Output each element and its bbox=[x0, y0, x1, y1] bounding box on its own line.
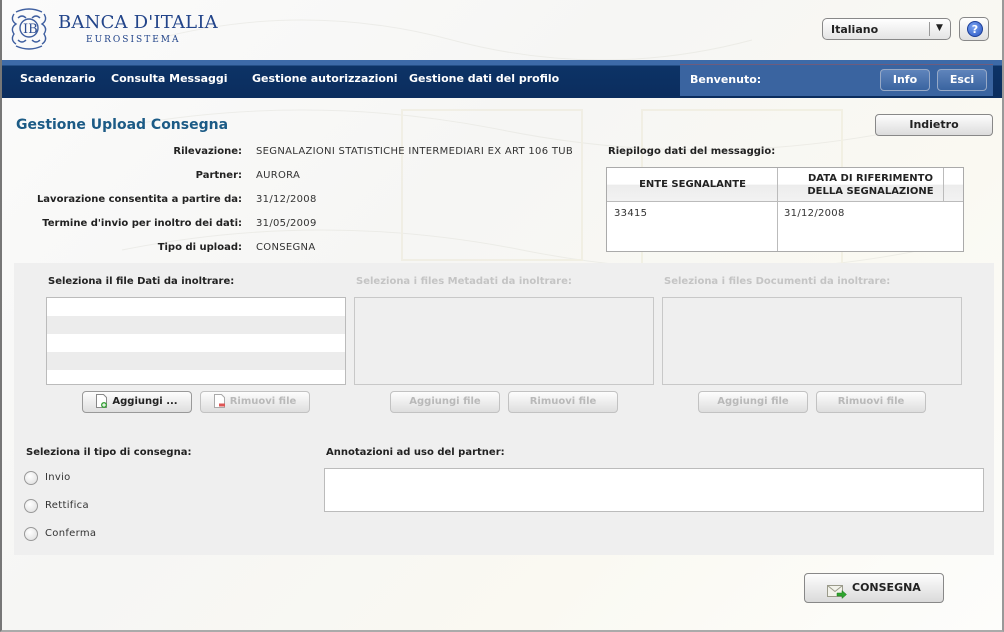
detail-rilevazione: Rilevazione: SEGNALAZIONI STATISTICHE IN… bbox=[2, 146, 622, 160]
remove-file-icon bbox=[213, 394, 225, 408]
app-window: IB BANCA D'ITALIA EUROSISTEMA Italiano ▼… bbox=[0, 0, 1004, 632]
remove-data-file-label: Rimuovi file bbox=[229, 396, 297, 407]
partner-notes-input[interactable] bbox=[324, 468, 984, 512]
nav-item-scadenzario[interactable]: Scadenzario bbox=[20, 72, 96, 85]
consegna-label: CONSEGNA bbox=[852, 581, 921, 594]
chevron-down-icon[interactable]: ▼ bbox=[936, 23, 943, 33]
consegna-button[interactable]: CONSEGNA bbox=[804, 573, 944, 603]
info-button[interactable]: Info bbox=[880, 69, 930, 91]
detail-partner: Partner: AURORA bbox=[2, 170, 622, 184]
back-button[interactable]: Indietro bbox=[875, 114, 993, 136]
data-file-label: Seleziona il file Dati da inoltrare: bbox=[48, 276, 235, 287]
detail-label: Partner: bbox=[195, 170, 242, 181]
documents-file-label: Seleziona i files Documenti da inoltrare… bbox=[664, 276, 891, 287]
data-file-list[interactable] bbox=[46, 297, 346, 385]
header: IB BANCA D'ITALIA EUROSISTEMA Italiano ▼… bbox=[2, 0, 1002, 60]
detail-value: 31/12/2008 bbox=[256, 194, 317, 205]
select-divider bbox=[929, 22, 930, 36]
radio-button[interactable] bbox=[24, 499, 38, 513]
language-select[interactable]: Italiano ▼ bbox=[822, 18, 951, 40]
help-button[interactable]: ? bbox=[959, 17, 989, 41]
table-cell: 33415 bbox=[614, 208, 648, 219]
detail-label: Rilevazione: bbox=[173, 146, 242, 157]
language-selected: Italiano bbox=[831, 23, 879, 36]
detail-label: Lavorazione consentita a partire da: bbox=[36, 194, 242, 205]
add-file-icon bbox=[96, 394, 108, 408]
remove-documents-file-button[interactable]: Rimuovi file bbox=[816, 391, 926, 413]
detail-label: Tipo di upload: bbox=[157, 242, 242, 253]
nav-item-consulta-messaggi[interactable]: Consulta Messaggi bbox=[111, 72, 228, 85]
nav-item-gestione-autorizzazioni[interactable]: Gestione autorizzazioni bbox=[252, 72, 398, 85]
detail-value: CONSEGNA bbox=[256, 242, 316, 253]
page-title: Gestione Upload Consegna bbox=[16, 117, 229, 133]
detail-value: 31/05/2009 bbox=[256, 218, 317, 229]
delivery-type-label: Seleziona il tipo di consegna: bbox=[26, 447, 192, 458]
send-mail-icon bbox=[827, 582, 847, 600]
nav-item-gestione-profilo[interactable]: Gestione dati del profilo bbox=[409, 72, 559, 85]
detail-deadline: Termine d'invio per inoltro dei dati: 31… bbox=[2, 218, 622, 232]
column-divider bbox=[777, 168, 778, 251]
help-icon: ? bbox=[967, 21, 983, 37]
radio-button[interactable] bbox=[24, 471, 38, 485]
user-panel: Benvenuto: Info Esci bbox=[680, 64, 993, 96]
welcome-text: Benvenuto: bbox=[690, 73, 762, 86]
remove-metadata-file-button[interactable]: Rimuovi file bbox=[508, 391, 618, 413]
column-divider bbox=[943, 168, 944, 202]
radio-label: Invio bbox=[45, 472, 71, 483]
detail-label: Termine d'invio per inoltro dei dati: bbox=[42, 218, 242, 229]
radio-button[interactable] bbox=[24, 527, 38, 541]
summary-table: ENTE SEGNALANTE DATA DI RIFERIMENTO DELL… bbox=[606, 167, 964, 252]
remove-data-file-button[interactable]: Rimuovi file bbox=[200, 391, 310, 413]
metadata-file-label: Seleziona i files Metadati da inoltrare: bbox=[356, 276, 572, 287]
detail-start-date: Lavorazione consentita a partire da: 31/… bbox=[2, 194, 622, 208]
table-cell: 31/12/2008 bbox=[784, 208, 845, 219]
add-data-file-button[interactable]: Aggiungi ... bbox=[82, 391, 192, 413]
detail-upload-type: Tipo di upload: CONSEGNA bbox=[2, 242, 622, 256]
bank-logo-icon: IB bbox=[11, 8, 47, 50]
brand-subtitle: EUROSISTEMA bbox=[86, 35, 181, 45]
add-documents-file-button[interactable]: Aggiungi file bbox=[698, 391, 808, 413]
radio-label: Conferma bbox=[45, 528, 97, 539]
notes-label: Annotazioni ad uso del partner: bbox=[326, 447, 505, 458]
detail-value: SEGNALAZIONI STATISTICHE INTERMEDIARI EX… bbox=[256, 146, 574, 157]
detail-value: AURORA bbox=[256, 170, 301, 181]
summary-title: Riepilogo dati del messaggio: bbox=[608, 146, 776, 157]
exit-button[interactable]: Esci bbox=[937, 69, 987, 91]
column-header: DATA DI RIFERIMENTO DELLA SEGNALAZIONE bbox=[778, 168, 963, 202]
svg-text:IB: IB bbox=[23, 22, 38, 37]
metadata-file-list[interactable] bbox=[354, 297, 654, 385]
radio-label: Rettifica bbox=[45, 500, 89, 511]
brand-name: BANCA D'ITALIA bbox=[58, 12, 218, 33]
column-header: ENTE SEGNALANTE bbox=[607, 168, 778, 202]
upload-panel: Seleziona il file Dati da inoltrare: Agg… bbox=[14, 263, 994, 555]
add-data-file-label: Aggiungi ... bbox=[112, 396, 178, 407]
documents-file-list[interactable] bbox=[662, 297, 962, 385]
add-metadata-file-button[interactable]: Aggiungi file bbox=[390, 391, 500, 413]
